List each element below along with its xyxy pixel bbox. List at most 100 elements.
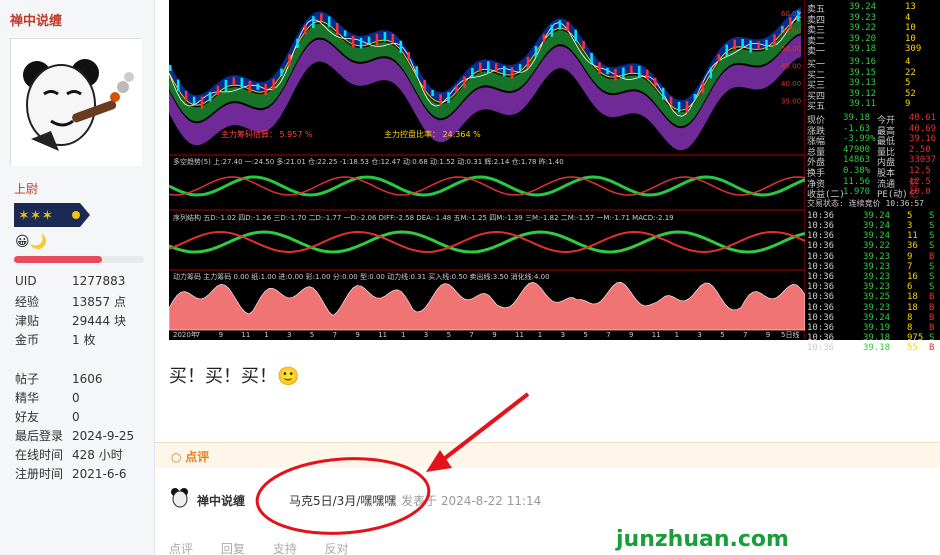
quote-info-row: 外盘 14863 内盘 33037 (807, 155, 937, 169)
candle (431, 89, 434, 97)
candle (423, 79, 426, 92)
candle (582, 40, 585, 49)
rank-badge-icon: ✶✶✶ (14, 203, 90, 227)
comment-username[interactable]: 禅中说缠 (197, 492, 245, 509)
action-oppose[interactable]: 反对 (325, 542, 349, 555)
candle (232, 77, 236, 85)
x-tick-label: 3 (287, 331, 291, 339)
x-tick-label: 11 (241, 331, 250, 339)
candle (598, 62, 601, 74)
action-comment[interactable]: 点评 (169, 542, 193, 555)
comment-avatar[interactable] (169, 486, 191, 508)
candle (757, 41, 760, 50)
candle (375, 33, 379, 46)
candle (335, 23, 339, 35)
x-tick-label: 9 (766, 331, 770, 339)
x-tick-label: 3 (697, 331, 701, 339)
candle (725, 44, 728, 57)
quote-info-row: 现价 39.18 今开 40.61 (807, 113, 937, 126)
candle (717, 54, 721, 62)
tick-row: 10:36 39.25 18 B (807, 292, 935, 303)
comment-item: 禅中说缠 马克5日/3月/嘿嘿嘿 发表于 2024-8-22 11:14 (169, 486, 929, 516)
sidebar-username[interactable]: 禅中说缠 (10, 10, 62, 29)
candle (646, 69, 649, 80)
quote-info-row: 换手 0.38% 股本 12.5亿 (807, 166, 931, 189)
bid-row: 买三 39.13 5 (807, 78, 911, 92)
x-tick-label: 1 (538, 331, 542, 339)
candle (542, 34, 546, 42)
tick-row: 10:36 39.23 16 S (807, 272, 935, 282)
candle (590, 52, 593, 64)
candle (184, 90, 188, 102)
ask-row: 卖一 39.18 309 (807, 44, 922, 58)
x-tick-label: 11 (515, 331, 524, 339)
period-label: 5日线 (781, 330, 799, 339)
candle (479, 62, 482, 72)
candle (351, 35, 355, 48)
y-axis-label: 35.00 (781, 98, 801, 106)
stat-last-login: 最后登录 2024-9-25 (15, 429, 135, 443)
x-tick-label: 3 (424, 331, 428, 339)
candle (439, 94, 442, 106)
candle (312, 16, 315, 29)
candle (749, 40, 752, 53)
candle (447, 92, 450, 103)
tick-row: 10:36 39.18 975 S (807, 333, 935, 344)
tick-row: 10:36 39.19 8 B (807, 323, 935, 333)
tick-row: 10:36 39.24 5 S (807, 210, 935, 221)
x-tick-label: 5 (310, 331, 314, 339)
level-progress-bar (14, 256, 144, 263)
x-tick-label: 7 (196, 331, 200, 339)
stat-digest[interactable]: 精华 0 (15, 389, 150, 406)
candle (272, 78, 275, 90)
user-sidebar: 禅中说缠 上尉 ✶✶✶ 😀🌙 UID 1277883 经验 13857 点 津贴… (0, 0, 155, 555)
stat-coins: 金币 1 枚 (15, 333, 96, 347)
panel2-label: 多空趋势(5) 上:27.40 一:24.50 多:21.01 仓:22.25 … (173, 157, 564, 166)
candle (280, 68, 283, 77)
tick-row: 10:36 39.24 8 B (807, 312, 935, 323)
candle (630, 65, 633, 73)
stat-uid: UID 1277883 (15, 274, 126, 288)
comment-time: 发表于 2024-8-22 11:14 (401, 494, 542, 508)
candle (192, 96, 196, 105)
candle (526, 56, 530, 69)
avatar[interactable] (10, 38, 142, 166)
tick-row: 10:36 39.23 18 B (807, 302, 935, 313)
comment-section-header: ○ 点评 (155, 442, 940, 468)
comment-header-label: ○ 点评 (171, 450, 210, 464)
candle (677, 101, 681, 113)
quote-info-row: 涨幅 -3.99% 最低 39.16 (807, 134, 937, 148)
post-text: 买！买！买！ (169, 366, 277, 387)
tick-row: 10:36 39.24 3 S (807, 221, 935, 231)
stat-posts[interactable]: 帖子 1606 (15, 370, 150, 387)
action-support[interactable]: 支持 (273, 542, 297, 555)
bid-row: 买一 39.16 4 (807, 57, 911, 70)
candle (407, 52, 410, 60)
candle (200, 96, 204, 109)
tick-row: 10:36 39.24 11 S (807, 231, 935, 242)
candle (288, 54, 291, 67)
site-watermark: junzhuan.com (612, 527, 793, 552)
candle (606, 67, 609, 75)
x-tick-label: 1 (675, 331, 679, 339)
action-reply[interactable]: 回复 (221, 542, 245, 555)
candle (566, 22, 569, 32)
candle (264, 83, 267, 96)
candle (320, 13, 323, 22)
y-axis-label: 45.00 (781, 63, 801, 71)
trade-status: 交易状态: 连续竞价 10:36:57 (807, 198, 924, 208)
tick-row: 10:36 39.22 36 S (807, 241, 935, 252)
candle (208, 92, 212, 102)
bid-row: 买二 39.15 22 (807, 67, 916, 81)
x-tick-label: 5 (447, 331, 451, 339)
candle (574, 29, 577, 42)
candle (614, 69, 617, 81)
x-tick-label: 9 (629, 331, 633, 339)
candle (661, 87, 665, 100)
x-tick-label: 3 (561, 331, 565, 339)
y-axis-label: 55.00 (781, 28, 801, 36)
smile-emoji-icon: 🙂 (277, 366, 300, 387)
quote-info-row: 收益(二) 1.970 PE(动) 10.0 (807, 187, 931, 201)
stat-friends[interactable]: 好友 0 (15, 408, 150, 425)
x-tick-label: 7 (743, 331, 747, 339)
